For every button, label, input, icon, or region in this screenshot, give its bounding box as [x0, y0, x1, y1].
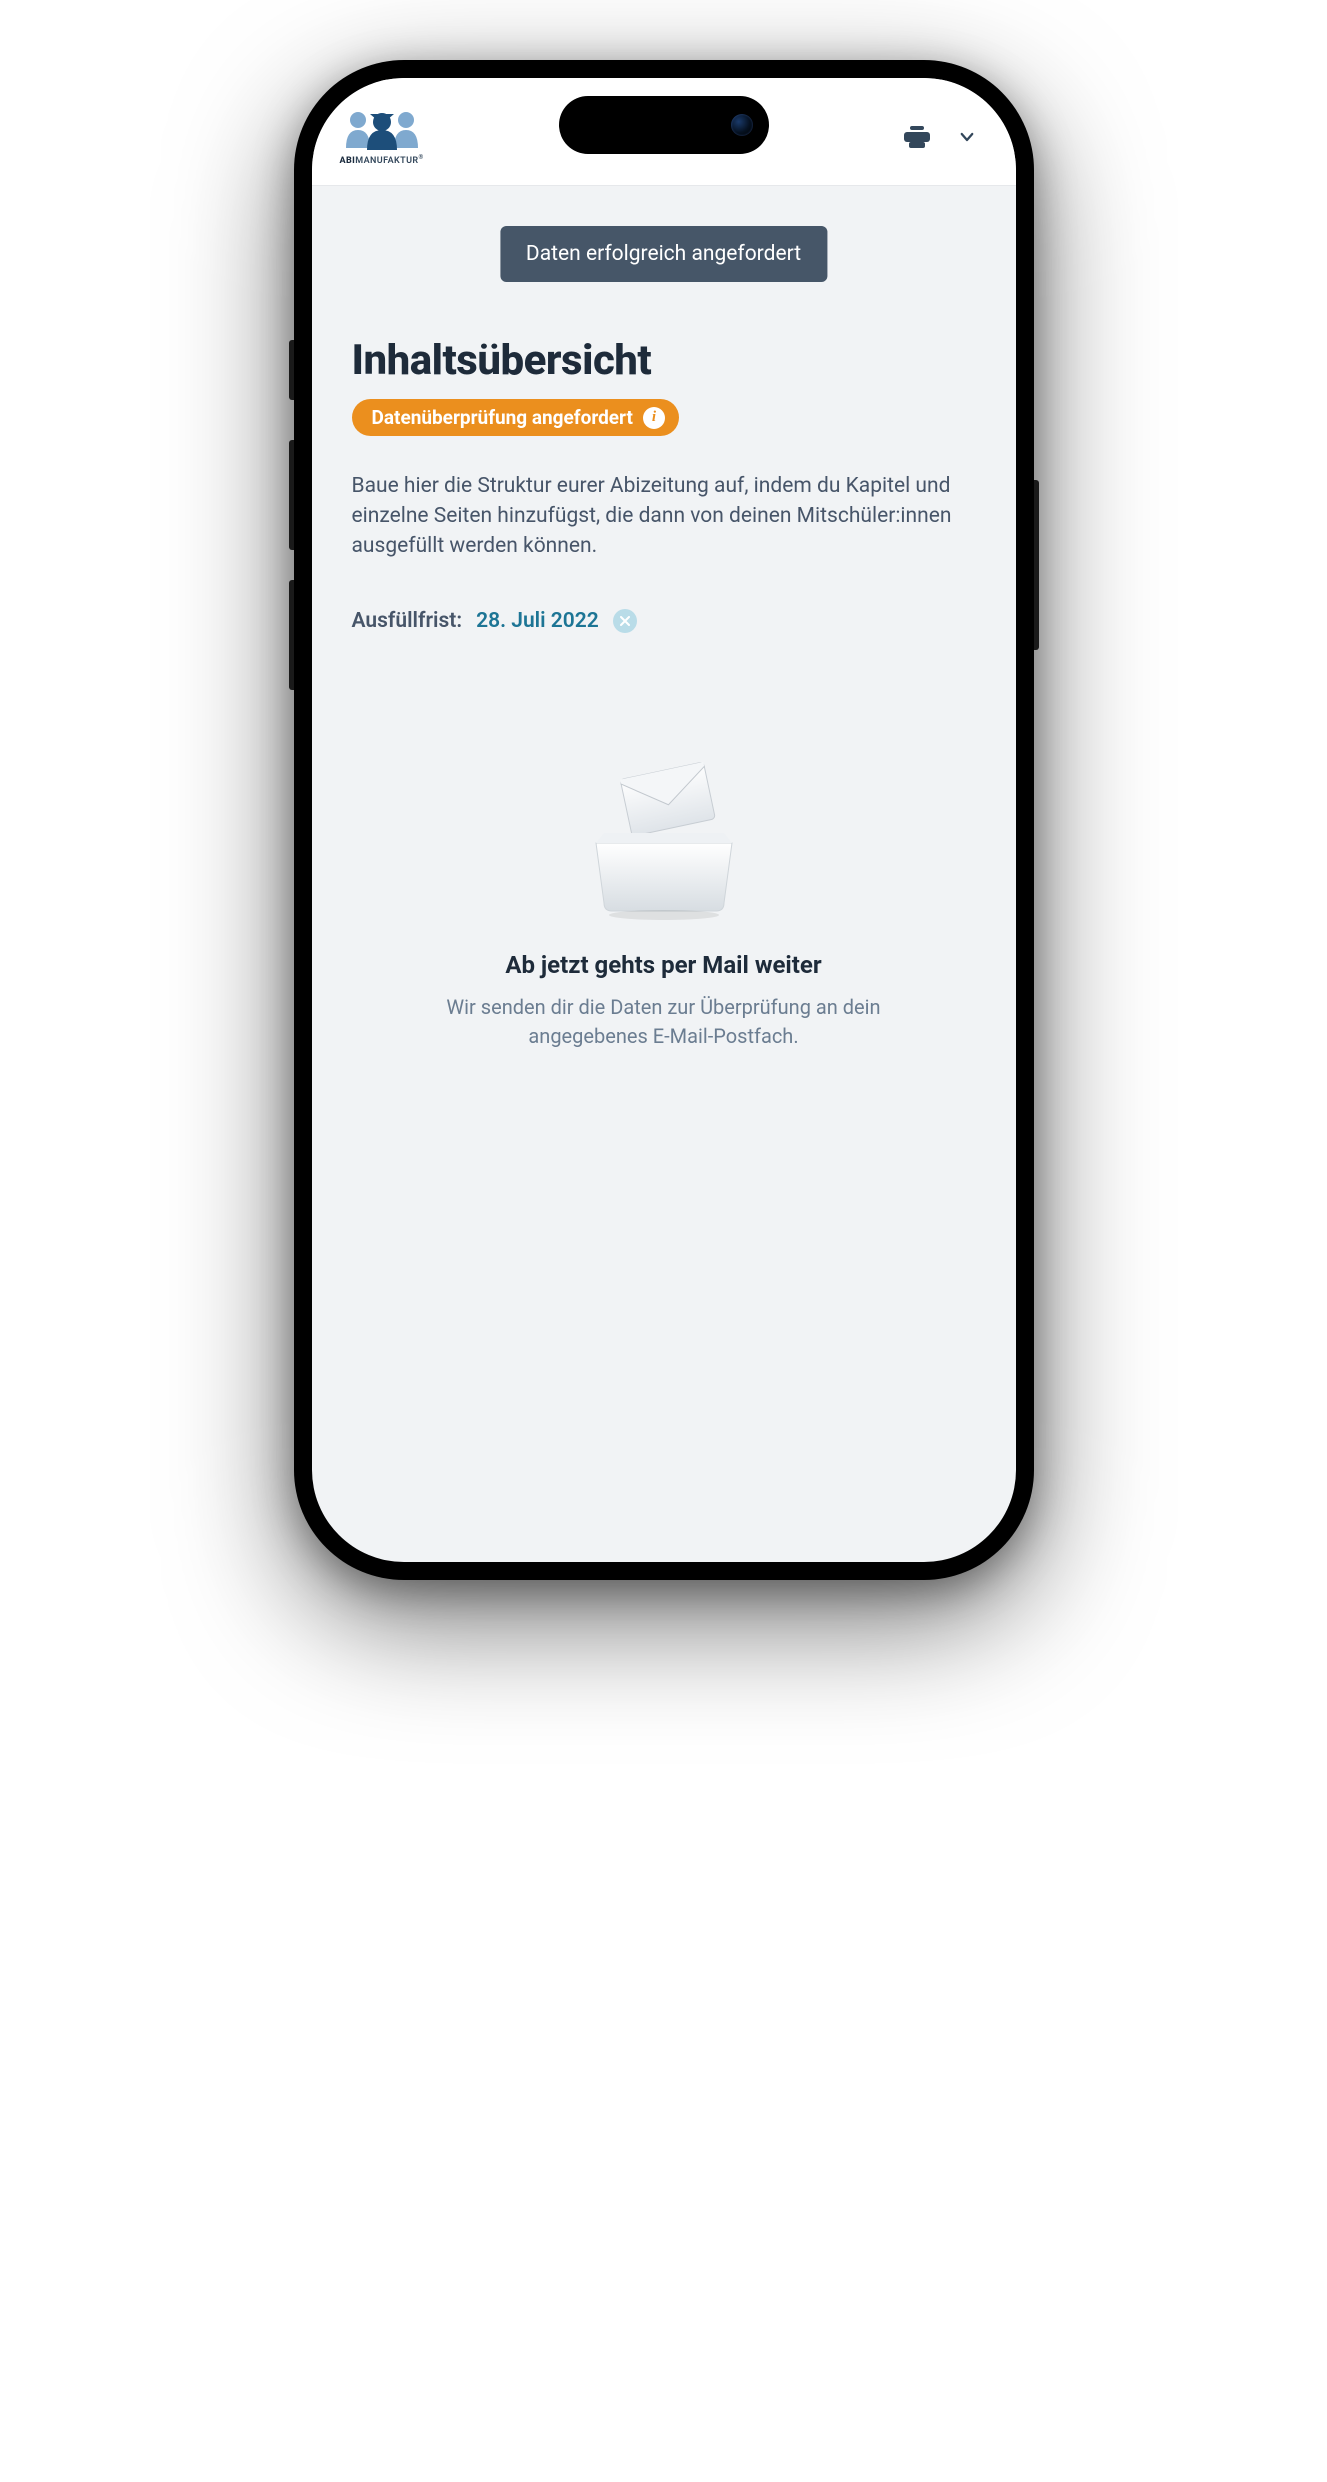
- logo[interactable]: ABIMANUFAKTUR®: [340, 108, 424, 166]
- status-badge-label: Datenüberprüfung angefordert: [372, 406, 633, 429]
- mail-description: Wir senden dir die Daten zur Überprüfung…: [404, 993, 924, 1051]
- front-camera: [731, 114, 753, 136]
- status-badge[interactable]: Datenüberprüfung angefordert i: [352, 399, 679, 436]
- main-content: Daten erfolgreich angefordert Inhaltsübe…: [312, 186, 1016, 1562]
- mailbox-icon: [574, 753, 754, 923]
- screen: ABIMANUFAKTUR® Daten erfolgreich angefor…: [312, 78, 1016, 1562]
- dynamic-island: [559, 96, 769, 154]
- toast-notification: Daten erfolgreich angefordert: [500, 226, 827, 282]
- deadline-value[interactable]: 28. Juli 2022: [476, 609, 599, 633]
- toast-text: Daten erfolgreich angefordert: [526, 242, 801, 266]
- logo-icon: [340, 108, 424, 152]
- info-icon: i: [643, 407, 665, 429]
- printer-icon[interactable]: [904, 126, 930, 148]
- phone-side-button: [1034, 480, 1039, 650]
- deadline-row: Ausfüllfrist: 28. Juli 2022: [352, 609, 976, 633]
- clear-deadline-icon[interactable]: [613, 609, 637, 633]
- phone-side-button: [289, 580, 294, 690]
- chevron-down-icon[interactable]: [958, 128, 976, 146]
- mail-section: Ab jetzt gehts per Mail weiter Wir sende…: [352, 753, 976, 1051]
- deadline-label: Ausfüllfrist:: [352, 609, 463, 633]
- phone-side-button: [289, 440, 294, 550]
- logo-text: ABIMANUFAKTUR®: [340, 154, 424, 166]
- header-actions: [904, 126, 976, 148]
- phone-side-button: [289, 340, 294, 400]
- page-title: Inhaltsübersicht: [352, 336, 976, 385]
- phone-frame: ABIMANUFAKTUR® Daten erfolgreich angefor…: [294, 60, 1034, 1580]
- description-text: Baue hier die Struktur eurer Abizeitung …: [352, 472, 952, 561]
- mail-heading: Ab jetzt gehts per Mail weiter: [372, 951, 956, 979]
